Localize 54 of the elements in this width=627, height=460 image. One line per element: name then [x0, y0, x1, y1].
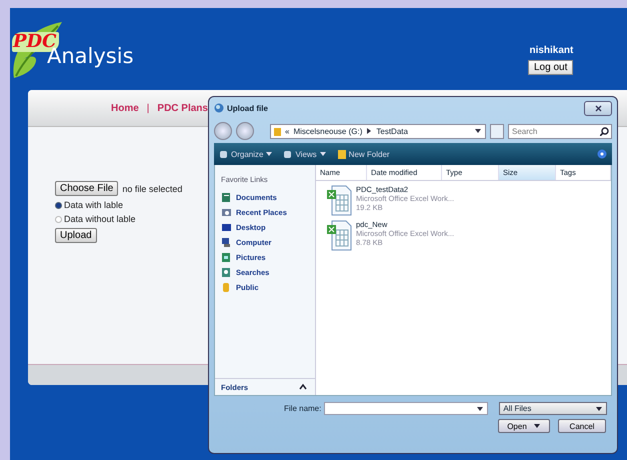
address-prefix: « — [285, 126, 290, 136]
chevron-up-icon — [299, 383, 307, 391]
folder-icon — [274, 126, 281, 136]
recent-icon — [221, 207, 232, 218]
path-segment[interactable]: Miscelsneouse (G:) — [293, 126, 362, 136]
close-icon — [594, 104, 602, 112]
refresh-button[interactable] — [490, 124, 504, 138]
folder-icon — [336, 148, 347, 160]
dialog-icon — [214, 103, 224, 113]
caret-icon — [595, 404, 604, 412]
nav-link[interactable]: PDC Plans — [157, 102, 208, 114]
upload-button[interactable]: Upload — [55, 228, 97, 243]
public-icon — [221, 282, 232, 293]
caret-icon — [265, 150, 274, 158]
close-button[interactable] — [584, 100, 612, 116]
open-button[interactable]: Open — [498, 419, 550, 433]
documents-icon — [221, 192, 232, 203]
caret-icon — [318, 150, 327, 158]
caret-icon — [476, 404, 484, 412]
search-icon — [600, 126, 609, 136]
address-bar[interactable]: « Miscelsneouse (G:) TestData — [270, 124, 486, 138]
search-field[interactable]: Search — [508, 124, 612, 138]
radio-label: Data without lable — [64, 214, 136, 224]
caret-icon — [532, 422, 541, 430]
spreadsheet-file-icon — [326, 220, 352, 251]
radio-button[interactable] — [55, 202, 62, 208]
toolbar-button[interactable]: New Folder — [336, 148, 390, 160]
nav-link[interactable]: Home — [111, 102, 139, 114]
pictures-icon — [221, 252, 232, 263]
radio-button[interactable] — [55, 216, 62, 222]
file-status: no file selected — [122, 184, 182, 194]
chevron-icon — [366, 127, 372, 135]
rounded-square-icon — [219, 148, 229, 160]
computer-icon — [221, 237, 232, 248]
back-button[interactable] — [214, 122, 232, 140]
file-name-label: File name: — [284, 404, 322, 413]
searches-icon — [221, 267, 232, 278]
toolbar-button[interactable]: Organize — [219, 148, 274, 160]
desktop-icon — [221, 222, 232, 233]
user-name: nishikant — [529, 45, 574, 56]
file-name-field[interactable] — [324, 402, 488, 415]
spreadsheet-file-icon — [326, 185, 352, 216]
dialog-title: Upload file — [227, 104, 268, 112]
forward-button[interactable] — [236, 122, 254, 140]
file-type-dropdown[interactable]: All Files — [499, 402, 608, 415]
path-segment[interactable]: TestData — [376, 126, 408, 136]
choose-file-button[interactable]: Choose File — [55, 181, 118, 196]
help-icon[interactable] — [597, 149, 607, 159]
cancel-button[interactable]: Cancel — [558, 419, 606, 433]
logout-button[interactable]: Log out — [528, 60, 574, 75]
radio-label: Data with lable — [64, 200, 124, 210]
nav-separator: | — [146, 102, 150, 114]
rounded-square-icon — [283, 148, 294, 160]
toolbar-button[interactable]: Views — [283, 148, 327, 160]
